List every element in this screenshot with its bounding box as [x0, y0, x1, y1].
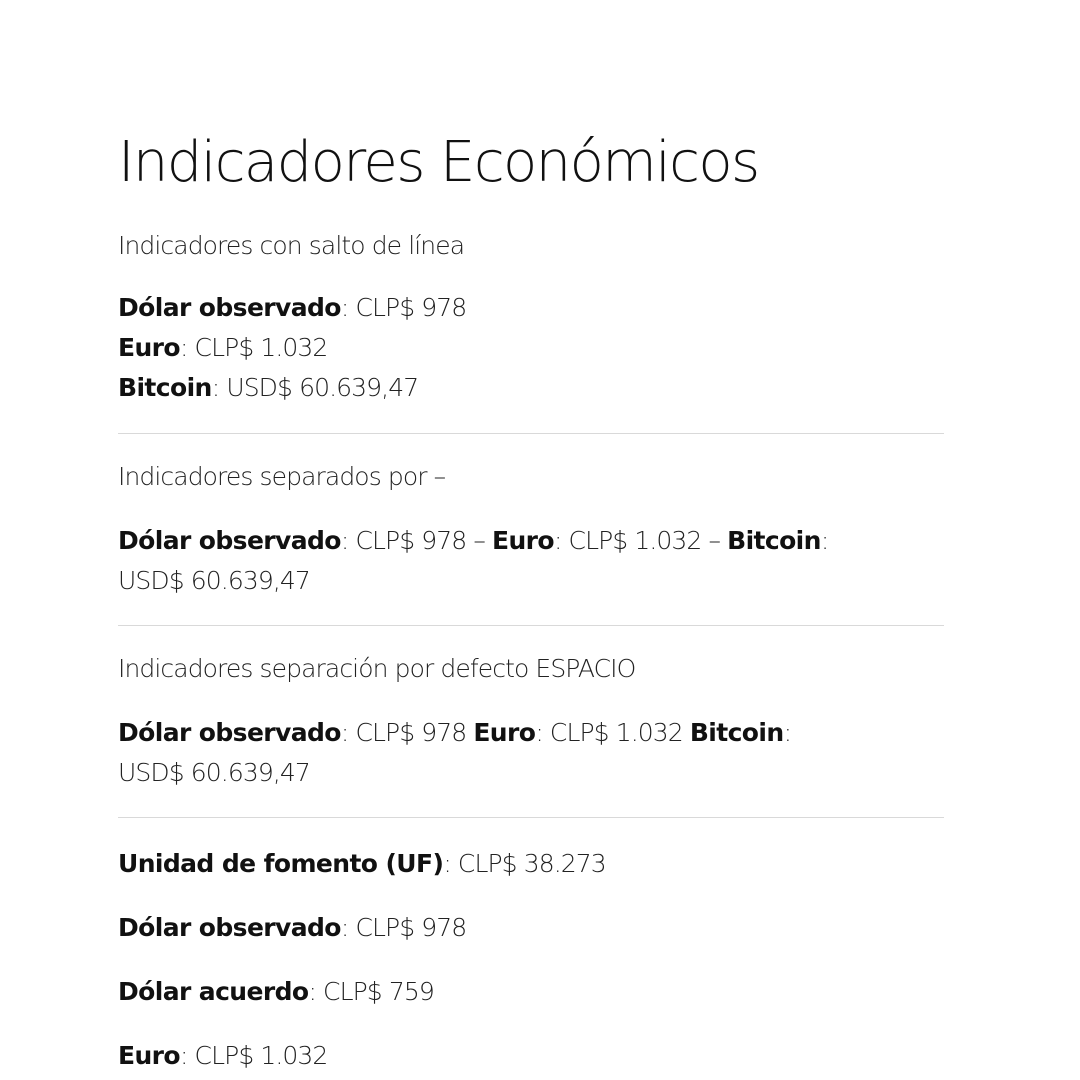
indicator-inline: Dólar observado: CLP$ 978 Euro: CLP$ 1.0… [118, 713, 944, 753]
indicator-label: Dólar observado [118, 913, 341, 942]
divider [118, 433, 944, 434]
indicator-inline: Dólar observado: CLP$ 978 – Euro: CLP$ 1… [118, 521, 944, 561]
indicator-value: : CLP$ 1.032 – [553, 526, 728, 555]
indicator-label: Dólar acuerdo [118, 977, 309, 1006]
indicator-label: Euro [473, 718, 536, 747]
indicator-value: : CLP$ 1.032 [535, 718, 690, 747]
indicator-value: : CLP$ 759 [308, 977, 434, 1006]
content: Indicadores Económicos Indicadores con s… [118, 124, 944, 1076]
indicator-value: : CLP$ 978 – [340, 526, 492, 555]
indicator-label: Euro [118, 333, 181, 362]
indicator-value: : [783, 718, 792, 747]
indicator-dolar: Dólar observado: CLP$ 978 [118, 908, 944, 948]
indicator-value: : CLP$ 1.032 [179, 333, 328, 362]
indicator-block: Dólar observado: CLP$ 978 Euro: CLP$ 1.0… [118, 713, 944, 793]
divider [118, 625, 944, 626]
divider [118, 817, 944, 818]
indicator-value: : CLP$ 1.032 [179, 1041, 328, 1070]
indicator-value: : CLP$ 978 [340, 293, 467, 322]
indicator-block: Dólar observado: CLP$ 978 – Euro: CLP$ 1… [118, 521, 944, 601]
indicator-dolar-acuerdo: Dólar acuerdo: CLP$ 759 [118, 972, 944, 1012]
section-heading: Indicadores con salto de línea [118, 231, 465, 260]
indicator-value: : CLP$ 978 [340, 913, 467, 942]
indicator-inline-wrap: USD$ 60.639,47 [118, 758, 311, 787]
page: Indicadores Económicos Indicadores con s… [0, 0, 1080, 1080]
section-line-break: Indicadores con salto de línea Dólar obs… [118, 226, 944, 408]
indicator-value: : USD$ 60.639,47 [211, 373, 419, 402]
section-heading: Indicadores separación por defecto ESPAC… [118, 654, 636, 683]
indicator-label: Bitcoin [118, 373, 212, 402]
indicator-inline-wrap: USD$ 60.639,47 [118, 566, 311, 595]
section-separate-paragraphs: Unidad de fomento (UF): CLP$ 38.273 Dóla… [118, 844, 944, 1076]
indicator-label: Dólar observado [118, 293, 341, 322]
indicator-dolar: Dólar observado: CLP$ 978 [118, 288, 944, 328]
indicator-value: : CLP$ 38.273 [443, 849, 606, 878]
indicator-label: Dólar observado [118, 718, 341, 747]
indicator-value: : CLP$ 978 [340, 718, 474, 747]
page-title: Indicadores Económicos [118, 130, 760, 195]
indicator-block: Dólar observado: CLP$ 978 Euro: CLP$ 1.0… [118, 288, 944, 408]
indicator-euro: Euro: CLP$ 1.032 [118, 328, 944, 368]
indicator-label: Bitcoin [727, 526, 821, 555]
indicator-label: Euro [118, 1041, 181, 1070]
indicator-label: Bitcoin [689, 718, 784, 747]
section-dash-separated: Indicadores separados por – Dólar observ… [118, 457, 944, 601]
indicator-value: : [820, 526, 829, 555]
indicator-label: Euro [491, 526, 555, 555]
indicator-bitcoin: Bitcoin: USD$ 60.639,47 [118, 368, 944, 408]
section-space-separated: Indicadores separación por defecto ESPAC… [118, 649, 944, 793]
indicator-label: Unidad de fomento (UF) [118, 849, 444, 878]
indicator-uf: Unidad de fomento (UF): CLP$ 38.273 [118, 844, 944, 884]
indicator-euro: Euro: CLP$ 1.032 [118, 1036, 944, 1076]
section-heading: Indicadores separados por – [118, 462, 446, 491]
indicator-label: Dólar observado [118, 526, 341, 555]
